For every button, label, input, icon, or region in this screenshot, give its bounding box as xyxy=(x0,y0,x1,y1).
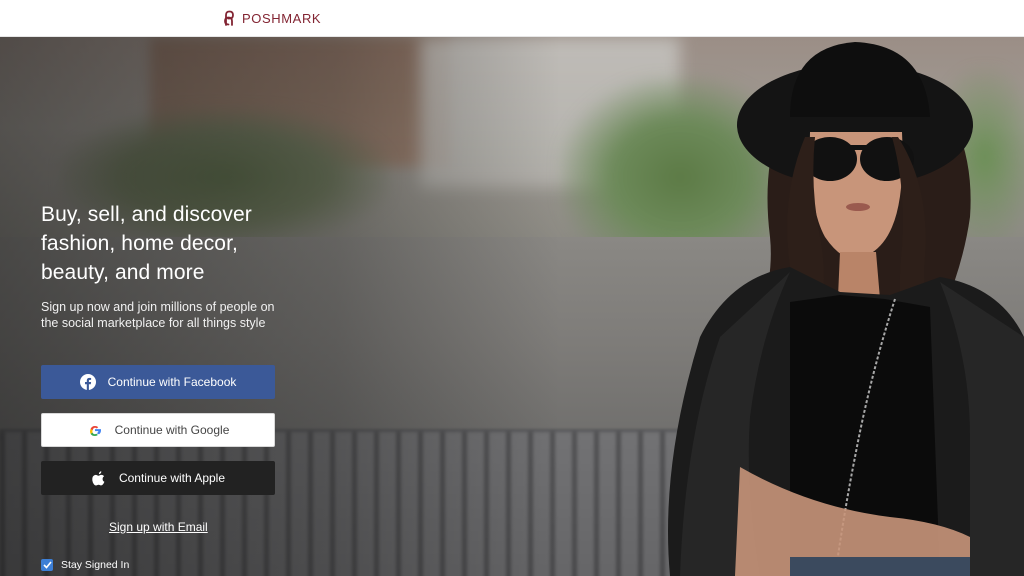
continue-with-facebook-button[interactable]: Continue with Facebook xyxy=(41,365,275,399)
brand-name: POSHMARK xyxy=(242,10,322,26)
hero-subtext: Sign up now and join millions of people … xyxy=(41,300,275,330)
poshmark-logo-icon xyxy=(224,10,234,26)
check-icon[interactable] xyxy=(41,559,53,571)
hero-model-image xyxy=(668,42,1024,576)
facebook-icon xyxy=(79,374,96,390)
top-bar: POSHMARK xyxy=(0,0,1024,37)
stay-signed-in-label: Stay Signed In xyxy=(61,559,130,571)
stay-signed-in-checkbox[interactable]: Stay Signed In xyxy=(41,559,129,571)
facebook-button-label: Continue with Facebook xyxy=(107,375,237,389)
hero-headline: Buy, sell, and discover fashion, home de… xyxy=(41,203,252,284)
sign-up-with-email-link[interactable]: Sign up with Email xyxy=(109,520,208,534)
apple-icon xyxy=(91,470,107,486)
poshmark-logo[interactable]: POSHMARK xyxy=(222,10,321,26)
continue-with-apple-button[interactable]: Continue with Apple xyxy=(41,461,275,495)
google-button-label: Continue with Google xyxy=(114,423,230,437)
google-icon xyxy=(87,422,103,438)
hero-copy: Buy, sell, and discover fashion, home de… xyxy=(41,200,291,331)
continue-with-google-button[interactable]: Continue with Google xyxy=(41,413,275,447)
apple-button-label: Continue with Apple xyxy=(118,471,226,485)
